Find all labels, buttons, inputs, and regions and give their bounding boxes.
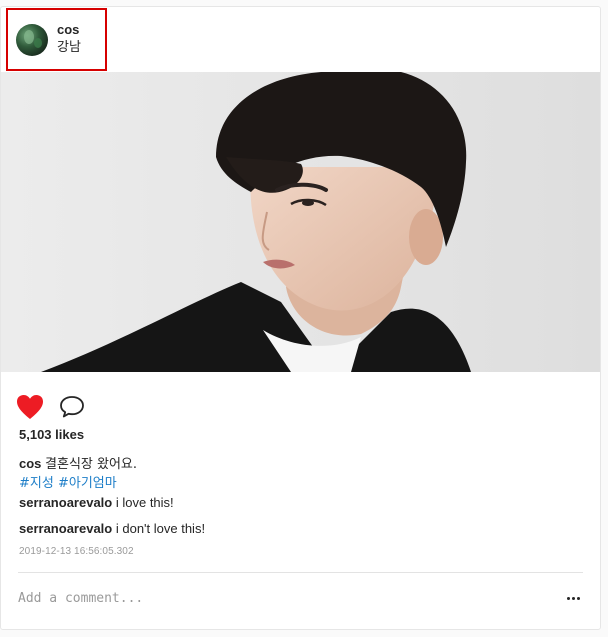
avatar[interactable] — [16, 23, 48, 56]
hashtag-link[interactable]: #아기엄마 — [58, 476, 117, 491]
add-comment-bar — [18, 585, 586, 611]
post-caption: cos 결혼식장 왔어요. #지성 #아기엄마 — [19, 454, 579, 493]
comment-item: serranoarevalo i don't love this! — [19, 520, 205, 538]
heart-filled-icon — [17, 395, 43, 419]
post-username[interactable]: cos — [57, 22, 81, 38]
divider — [18, 572, 583, 573]
comments-list: serranoarevalo i love this! serranoareva… — [19, 494, 205, 546]
comment-input[interactable] — [18, 586, 562, 610]
comment-username[interactable]: serranoarevalo — [19, 521, 112, 536]
caption-username[interactable]: cos — [19, 456, 41, 471]
caption-text: 결혼식장 왔어요. — [45, 457, 138, 472]
more-horizontal-icon — [566, 596, 570, 600]
post-header: cos 강남 — [1, 7, 600, 72]
more-options-button[interactable] — [562, 587, 584, 609]
post-card: cos 강남 5,103 likes cos 결혼식장 왔어요. #지성 #아기… — [0, 6, 601, 630]
likes-count[interactable]: 5,103 likes — [19, 427, 84, 442]
hashtags: #지성 #아기엄마 — [19, 474, 579, 493]
portrait-image — [1, 72, 600, 372]
post-photo[interactable] — [1, 72, 600, 372]
like-button[interactable] — [15, 393, 45, 421]
comment-text: i love this! — [115, 495, 174, 510]
comment-button[interactable] — [57, 393, 87, 421]
comment-text: i don't love this! — [115, 521, 206, 536]
speech-bubble-icon — [60, 396, 84, 418]
post-timestamp: 2019-12-13 16:56:05.302 — [19, 546, 134, 557]
comment-item: serranoarevalo i love this! — [19, 494, 205, 512]
comment-username[interactable]: serranoarevalo — [19, 495, 112, 510]
header-text: cos 강남 — [57, 22, 81, 57]
post-actions — [15, 393, 87, 421]
hashtag-link[interactable]: #지성 — [19, 476, 54, 491]
post-location[interactable]: 강남 — [57, 39, 81, 57]
